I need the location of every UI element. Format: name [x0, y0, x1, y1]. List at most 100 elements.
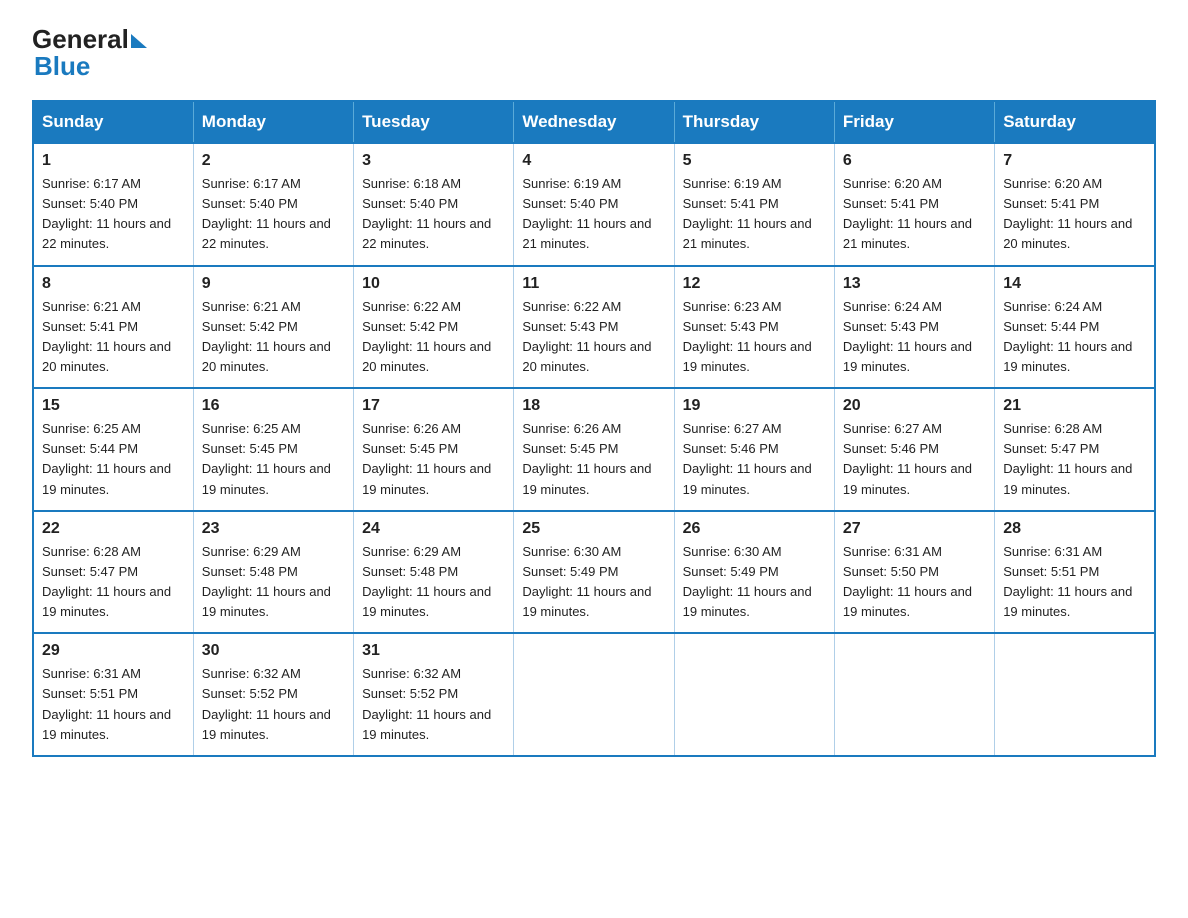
logo-text-blue: Blue	[34, 51, 147, 82]
calendar-cell: 21 Sunrise: 6:28 AMSunset: 5:47 PMDayligh…	[995, 388, 1155, 511]
col-header-wednesday: Wednesday	[514, 101, 674, 143]
day-number: 19	[683, 397, 826, 415]
day-number: 17	[362, 397, 505, 415]
day-number: 14	[1003, 275, 1146, 293]
day-info: Sunrise: 6:19 AMSunset: 5:41 PMDaylight:…	[683, 174, 826, 255]
calendar-cell: 3 Sunrise: 6:18 AMSunset: 5:40 PMDaylight…	[354, 143, 514, 266]
calendar-cell: 10 Sunrise: 6:22 AMSunset: 5:42 PMDayligh…	[354, 266, 514, 389]
calendar-cell: 11 Sunrise: 6:22 AMSunset: 5:43 PMDayligh…	[514, 266, 674, 389]
calendar-cell	[674, 633, 834, 756]
logo: General Blue	[32, 24, 147, 82]
day-number: 16	[202, 397, 345, 415]
calendar-cell	[514, 633, 674, 756]
col-header-saturday: Saturday	[995, 101, 1155, 143]
day-number: 11	[522, 275, 665, 293]
day-info: Sunrise: 6:21 AMSunset: 5:42 PMDaylight:…	[202, 297, 345, 378]
calendar-cell: 15 Sunrise: 6:25 AMSunset: 5:44 PMDayligh…	[33, 388, 193, 511]
calendar-cell: 17 Sunrise: 6:26 AMSunset: 5:45 PMDayligh…	[354, 388, 514, 511]
calendar-week-row: 15 Sunrise: 6:25 AMSunset: 5:44 PMDayligh…	[33, 388, 1155, 511]
day-info: Sunrise: 6:17 AMSunset: 5:40 PMDaylight:…	[202, 174, 345, 255]
calendar-cell: 6Sunrise: 6:20 AMSunset: 5:41 PMDaylight…	[834, 143, 994, 266]
col-header-thursday: Thursday	[674, 101, 834, 143]
calendar-week-row: 22Sunrise: 6:28 AMSunset: 5:47 PMDayligh…	[33, 511, 1155, 634]
day-info: Sunrise: 6:17 AMSunset: 5:40 PMDaylight:…	[42, 174, 185, 255]
day-number: 13	[843, 275, 986, 293]
day-number: 9	[202, 275, 345, 293]
calendar-cell: 18 Sunrise: 6:26 AMSunset: 5:45 PMDayligh…	[514, 388, 674, 511]
calendar-header-row: SundayMondayTuesdayWednesdayThursdayFrid…	[33, 101, 1155, 143]
calendar-cell: 8 Sunrise: 6:21 AMSunset: 5:41 PMDaylight…	[33, 266, 193, 389]
day-info: Sunrise: 6:26 AMSunset: 5:45 PMDaylight:…	[522, 419, 665, 500]
day-info: Sunrise: 6:29 AMSunset: 5:48 PMDaylight:…	[202, 542, 345, 623]
calendar-cell: 12Sunrise: 6:23 AMSunset: 5:43 PMDayligh…	[674, 266, 834, 389]
day-info: Sunrise: 6:27 AMSunset: 5:46 PMDaylight:…	[683, 419, 826, 500]
day-number: 21	[1003, 397, 1146, 415]
calendar-cell: 4 Sunrise: 6:19 AMSunset: 5:40 PMDaylight…	[514, 143, 674, 266]
col-header-monday: Monday	[193, 101, 353, 143]
day-number: 15	[42, 397, 185, 415]
calendar-cell: 7Sunrise: 6:20 AMSunset: 5:41 PMDaylight…	[995, 143, 1155, 266]
calendar-cell: 5 Sunrise: 6:19 AMSunset: 5:41 PMDaylight…	[674, 143, 834, 266]
calendar-cell: 27Sunrise: 6:31 AMSunset: 5:50 PMDayligh…	[834, 511, 994, 634]
calendar-cell: 14Sunrise: 6:24 AMSunset: 5:44 PMDayligh…	[995, 266, 1155, 389]
day-info: Sunrise: 6:31 AMSunset: 5:51 PMDaylight:…	[1003, 542, 1146, 623]
calendar-cell: 25 Sunrise: 6:30 AMSunset: 5:49 PMDayligh…	[514, 511, 674, 634]
day-number: 12	[683, 275, 826, 293]
day-number: 23	[202, 520, 345, 538]
calendar-cell	[995, 633, 1155, 756]
day-info: Sunrise: 6:31 AMSunset: 5:51 PMDaylight:…	[42, 664, 185, 745]
col-header-sunday: Sunday	[33, 101, 193, 143]
day-info: Sunrise: 6:18 AMSunset: 5:40 PMDaylight:…	[362, 174, 505, 255]
calendar-week-row: 1 Sunrise: 6:17 AMSunset: 5:40 PMDaylight…	[33, 143, 1155, 266]
day-number: 29	[42, 642, 185, 660]
col-header-tuesday: Tuesday	[354, 101, 514, 143]
day-number: 24	[362, 520, 505, 538]
calendar-cell: 31Sunrise: 6:32 AMSunset: 5:52 PMDayligh…	[354, 633, 514, 756]
calendar-cell: 16 Sunrise: 6:25 AMSunset: 5:45 PMDayligh…	[193, 388, 353, 511]
calendar-cell: 24 Sunrise: 6:29 AMSunset: 5:48 PMDayligh…	[354, 511, 514, 634]
day-info: Sunrise: 6:19 AMSunset: 5:40 PMDaylight:…	[522, 174, 665, 255]
day-number: 30	[202, 642, 345, 660]
calendar-week-row: 8 Sunrise: 6:21 AMSunset: 5:41 PMDaylight…	[33, 266, 1155, 389]
day-number: 28	[1003, 520, 1146, 538]
day-info: Sunrise: 6:28 AMSunset: 5:47 PMDaylight:…	[1003, 419, 1146, 500]
day-number: 10	[362, 275, 505, 293]
day-info: Sunrise: 6:26 AMSunset: 5:45 PMDaylight:…	[362, 419, 505, 500]
day-info: Sunrise: 6:22 AMSunset: 5:43 PMDaylight:…	[522, 297, 665, 378]
calendar-cell: 26 Sunrise: 6:30 AMSunset: 5:49 PMDayligh…	[674, 511, 834, 634]
calendar-cell: 22Sunrise: 6:28 AMSunset: 5:47 PMDayligh…	[33, 511, 193, 634]
day-info: Sunrise: 6:30 AMSunset: 5:49 PMDaylight:…	[683, 542, 826, 623]
calendar-cell: 2 Sunrise: 6:17 AMSunset: 5:40 PMDaylight…	[193, 143, 353, 266]
day-number: 3	[362, 152, 505, 170]
day-info: Sunrise: 6:30 AMSunset: 5:49 PMDaylight:…	[522, 542, 665, 623]
day-info: Sunrise: 6:20 AMSunset: 5:41 PMDaylight:…	[843, 174, 986, 255]
calendar-cell: 1 Sunrise: 6:17 AMSunset: 5:40 PMDaylight…	[33, 143, 193, 266]
day-info: Sunrise: 6:25 AMSunset: 5:45 PMDaylight:…	[202, 419, 345, 500]
calendar-cell: 29 Sunrise: 6:31 AMSunset: 5:51 PMDayligh…	[33, 633, 193, 756]
day-number: 18	[522, 397, 665, 415]
day-number: 8	[42, 275, 185, 293]
day-info: Sunrise: 6:27 AMSunset: 5:46 PMDaylight:…	[843, 419, 986, 500]
day-number: 25	[522, 520, 665, 538]
day-info: Sunrise: 6:20 AMSunset: 5:41 PMDaylight:…	[1003, 174, 1146, 255]
day-info: Sunrise: 6:28 AMSunset: 5:47 PMDaylight:…	[42, 542, 185, 623]
calendar-week-row: 29 Sunrise: 6:31 AMSunset: 5:51 PMDayligh…	[33, 633, 1155, 756]
calendar-cell: 28 Sunrise: 6:31 AMSunset: 5:51 PMDayligh…	[995, 511, 1155, 634]
calendar-cell: 20Sunrise: 6:27 AMSunset: 5:46 PMDayligh…	[834, 388, 994, 511]
logo-arrow-icon	[131, 34, 147, 48]
day-info: Sunrise: 6:22 AMSunset: 5:42 PMDaylight:…	[362, 297, 505, 378]
day-number: 1	[42, 152, 185, 170]
day-number: 4	[522, 152, 665, 170]
day-number: 2	[202, 152, 345, 170]
calendar-cell: 13Sunrise: 6:24 AMSunset: 5:43 PMDayligh…	[834, 266, 994, 389]
day-info: Sunrise: 6:32 AMSunset: 5:52 PMDaylight:…	[362, 664, 505, 745]
day-info: Sunrise: 6:29 AMSunset: 5:48 PMDaylight:…	[362, 542, 505, 623]
day-info: Sunrise: 6:32 AMSunset: 5:52 PMDaylight:…	[202, 664, 345, 745]
day-number: 5	[683, 152, 826, 170]
day-info: Sunrise: 6:21 AMSunset: 5:41 PMDaylight:…	[42, 297, 185, 378]
page-header: General Blue	[32, 24, 1156, 82]
calendar-cell	[834, 633, 994, 756]
day-number: 26	[683, 520, 826, 538]
day-info: Sunrise: 6:25 AMSunset: 5:44 PMDaylight:…	[42, 419, 185, 500]
calendar-cell: 23 Sunrise: 6:29 AMSunset: 5:48 PMDayligh…	[193, 511, 353, 634]
